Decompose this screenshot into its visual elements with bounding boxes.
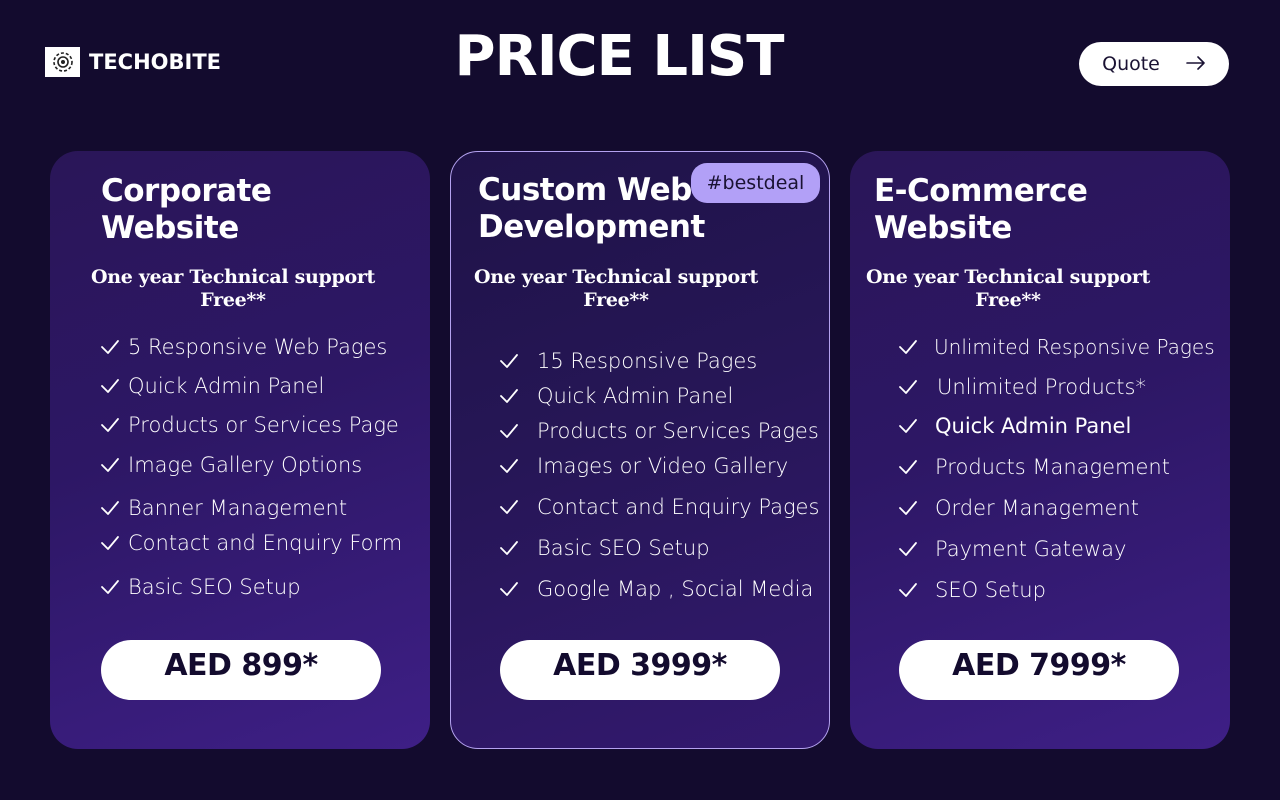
check-icon [898, 337, 918, 357]
feature-label: SEO Setup [935, 578, 1046, 602]
support-line: Free** [583, 289, 649, 311]
feature-item: 5 Responsive Web Pages [100, 335, 387, 359]
feature-label: Basic SEO Setup [128, 575, 301, 599]
feature-item: Banner Management [100, 496, 347, 520]
feature-item: Products or Services Page [100, 413, 399, 437]
feature-item: Contact and Enquiry Pages [499, 495, 819, 519]
check-icon [898, 377, 918, 397]
feature-label: 5 Responsive Web Pages [128, 335, 388, 359]
page-title: PRICE LIST [454, 24, 785, 89]
card-title-line: E-Commerce [874, 173, 1088, 209]
check-icon [100, 455, 120, 475]
feature-item: Image Gallery Options [100, 453, 362, 477]
feature-item: Basic SEO Setup [499, 536, 710, 560]
check-icon [100, 376, 120, 396]
feature-label: Basic SEO Setup [537, 536, 710, 560]
check-icon [499, 421, 519, 441]
card-title-line: Corporate [101, 173, 272, 209]
card-title: Corporate Website [101, 173, 272, 247]
support-line: Free** [975, 289, 1041, 311]
feature-item: Quick Admin Panel [100, 374, 324, 398]
feature-item: Products or Services Pages [499, 419, 819, 443]
support-note: One year Technical support Free** [466, 266, 766, 312]
arrow-right-icon [1186, 53, 1206, 75]
check-icon [898, 416, 918, 436]
feature-label: Order Management [935, 496, 1139, 520]
feature-label: Unlimited Responsive Pages [934, 335, 1215, 359]
pricing-card-custom-web: #bestdeal Custom Web Development One yea… [450, 151, 830, 749]
feature-label: 15 Responsive Pages [537, 349, 758, 373]
price-button[interactable]: AED 7999* [899, 640, 1179, 700]
feature-item: Unlimited Products* [898, 375, 1146, 399]
feature-item: Quick Admin Panel [898, 414, 1131, 438]
feature-label: Payment Gateway [935, 537, 1127, 561]
check-icon [499, 538, 519, 558]
check-icon [499, 497, 519, 517]
check-icon [499, 351, 519, 371]
check-icon [898, 498, 918, 518]
support-line: One year Technical support [473, 266, 759, 288]
support-line: One year Technical support [865, 266, 1151, 288]
feature-item: 15 Responsive Pages [499, 349, 757, 373]
feature-label: Quick Admin Panel [935, 414, 1132, 438]
feature-item: Order Management [898, 496, 1139, 520]
feature-item: Google Map , Social Media [499, 577, 813, 601]
feature-label: Quick Admin Panel [537, 384, 734, 408]
feature-label: Google Map , Social Media [537, 577, 814, 601]
check-icon [100, 577, 120, 597]
feature-label: Unlimited Products* [937, 375, 1146, 399]
feature-item: Products Management [898, 455, 1170, 479]
feature-label: Contact and Enquiry Form [128, 531, 403, 555]
bestdeal-badge: #bestdeal [691, 163, 820, 203]
pricing-card-corporate: Corporate Website One year Technical sup… [50, 151, 430, 749]
feature-label: Banner Management [128, 496, 348, 520]
support-note: One year Technical support Free** [858, 266, 1158, 312]
feature-label: Image Gallery Options [128, 453, 363, 477]
quote-button-label: Quote [1102, 53, 1160, 75]
check-icon [898, 580, 918, 600]
check-icon [898, 539, 918, 559]
check-icon [499, 579, 519, 599]
card-title: E-Commerce Website [874, 173, 1088, 247]
check-icon [100, 533, 120, 553]
price-button[interactable]: AED 3999* [500, 640, 780, 700]
feature-item: Quick Admin Panel [499, 384, 733, 408]
check-icon [100, 415, 120, 435]
feature-label: Quick Admin Panel [128, 374, 325, 398]
card-title-line: Website [101, 210, 239, 246]
feature-label: Images or Video Gallery [537, 454, 789, 478]
feature-item: Basic SEO Setup [100, 575, 301, 599]
check-icon [898, 457, 918, 477]
feature-label: Contact and Enquiry Pages [537, 495, 820, 519]
card-title-line: Website [874, 210, 1012, 246]
check-icon [100, 337, 120, 357]
price-button[interactable]: AED 899* [101, 640, 381, 700]
check-icon [499, 456, 519, 476]
feature-label: Products Management [935, 455, 1170, 479]
pricing-card-ecommerce: E-Commerce Website One year Technical su… [850, 151, 1230, 749]
feature-item: Payment Gateway [898, 537, 1126, 561]
card-title-line: Development [478, 209, 705, 245]
check-icon [100, 498, 120, 518]
card-title: Custom Web Development [478, 172, 705, 246]
feature-label: Products or Services Pages [537, 419, 819, 443]
feature-item: Unlimited Responsive Pages [898, 335, 1215, 359]
card-title-line: Custom Web [478, 172, 692, 208]
support-line: One year Technical support [90, 266, 376, 288]
feature-item: Images or Video Gallery [499, 454, 788, 478]
feature-item: SEO Setup [898, 578, 1046, 602]
support-line: Free** [200, 289, 266, 311]
feature-label: Products or Services Page [128, 413, 399, 437]
check-icon [499, 386, 519, 406]
quote-button[interactable]: Quote [1079, 42, 1229, 86]
feature-item: Contact and Enquiry Form [100, 531, 402, 555]
support-note: One year Technical support Free** [83, 266, 383, 312]
